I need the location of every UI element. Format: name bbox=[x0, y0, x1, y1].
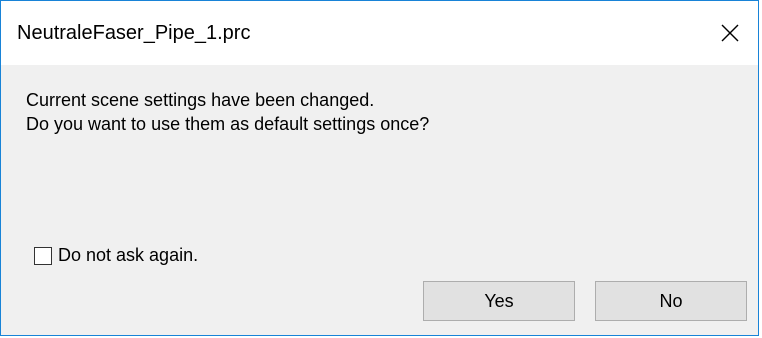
no-button[interactable]: No bbox=[595, 281, 747, 321]
title-bar: NeutraleFaser_Pipe_1.prc bbox=[1, 1, 758, 65]
message-dialog: NeutraleFaser_Pipe_1.prc Current scene s… bbox=[0, 0, 759, 336]
message-line-1: Current scene settings have been changed… bbox=[26, 90, 375, 110]
dialog-message: Current scene settings have been changed… bbox=[26, 88, 429, 136]
close-button[interactable] bbox=[702, 1, 758, 65]
checkbox-box[interactable] bbox=[34, 246, 52, 265]
yes-button[interactable]: Yes bbox=[423, 281, 575, 321]
message-line-2: Do you want to use them as default setti… bbox=[26, 114, 430, 134]
close-icon bbox=[721, 24, 739, 42]
checkbox-label[interactable]: Do not ask again. bbox=[58, 245, 198, 266]
dialog-content: Current scene settings have been changed… bbox=[1, 65, 758, 335]
window-title: NeutraleFaser_Pipe_1.prc bbox=[17, 22, 251, 44]
do-not-ask-again-checkbox[interactable]: Do not ask again. bbox=[34, 245, 198, 266]
